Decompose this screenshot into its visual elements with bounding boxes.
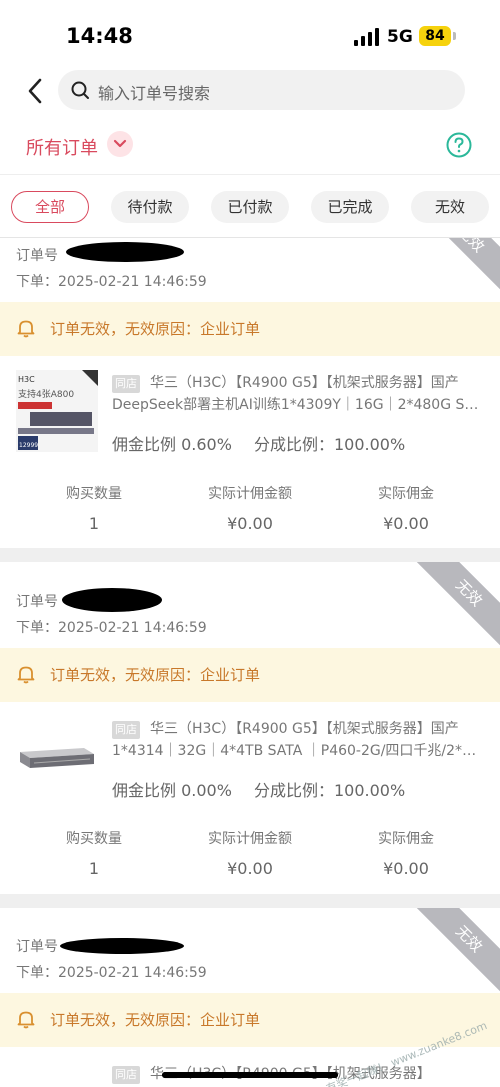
network-type: 5G bbox=[387, 27, 413, 47]
commission-rate: 佣金比例 0.00% bbox=[112, 781, 232, 800]
actual-commission-header: 实际佣金 bbox=[378, 831, 434, 847]
shop-tag: 同店 bbox=[112, 375, 140, 393]
quantity-value: 1 bbox=[88, 514, 100, 533]
order-number-label: 订单号 bbox=[16, 939, 58, 955]
product-image[interactable] bbox=[16, 718, 98, 800]
order-time: 下单：2025-02-21 14:46:59 bbox=[16, 620, 207, 636]
order-time: 下单：2025-02-21 14:46:59 bbox=[16, 274, 207, 290]
search-icon bbox=[71, 81, 89, 99]
quantity-value: 1 bbox=[88, 859, 100, 878]
product-title-line1[interactable]: 华三（H3C）【R4900 G5】【机架式服务器】国产 bbox=[150, 719, 480, 739]
orders-filter-label[interactable]: 所有订单 bbox=[26, 134, 98, 160]
commissionable-amount-header: 实际计佣金额 bbox=[208, 831, 292, 847]
actual-commission-value: ¥0.00 bbox=[383, 859, 429, 878]
product-image[interactable]: H3C 支持4张A800 12999 bbox=[16, 370, 98, 452]
battery-tip bbox=[453, 32, 456, 40]
bell-icon bbox=[17, 1011, 35, 1029]
quantity-header: 购买数量 bbox=[66, 486, 122, 502]
quantity-header: 购买数量 bbox=[66, 831, 122, 847]
product-title-line2[interactable]: 1*4314｜32G｜4*4TB SATA ｜P460-2G/四口千兆/2*55… bbox=[112, 741, 482, 761]
chevron-down-icon[interactable] bbox=[107, 131, 133, 157]
tab-all[interactable]: 全部 bbox=[11, 191, 89, 223]
commissionable-amount-header: 实际计佣金额 bbox=[208, 486, 292, 502]
help-icon[interactable] bbox=[446, 132, 472, 158]
status-bar: 14:48 5G 84 bbox=[0, 0, 500, 62]
tab-completed[interactable]: 已完成 bbox=[311, 191, 389, 223]
status-ribbon: 无效 bbox=[405, 908, 500, 1003]
product-title-line1[interactable]: 华三（H3C）【R4900 G5】【机架式服务器】国产 bbox=[150, 373, 480, 393]
invalid-notice: 订单无效，无效原因：企业订单 bbox=[0, 993, 500, 1047]
back-arrow-icon[interactable] bbox=[24, 76, 46, 106]
share-rate: 分成比例：100.00% bbox=[254, 435, 406, 454]
redacted-order-number bbox=[66, 242, 184, 262]
commission-rate: 佣金比例 0.60% bbox=[112, 435, 232, 454]
order-card[interactable]: 无效 订单号 下单：2025-02-21 14:46:59 订单无效，无效原因：… bbox=[0, 238, 500, 548]
battery-icon: 84 bbox=[419, 26, 451, 46]
status-ribbon: 无效 bbox=[407, 238, 500, 303]
shop-tag: 同店 bbox=[112, 1066, 140, 1084]
bell-icon bbox=[17, 320, 35, 338]
notice-text: 订单无效，无效原因：企业订单 bbox=[50, 320, 261, 338]
invalid-notice: 订单无效，无效原因：企业订单 bbox=[0, 648, 500, 702]
svg-text:支持4张A800: 支持4张A800 bbox=[18, 388, 74, 400]
notice-text: 订单无效，无效原因：企业订单 bbox=[50, 1011, 261, 1029]
redacted-order-number bbox=[60, 938, 184, 954]
home-indicator[interactable] bbox=[162, 1072, 338, 1078]
shop-tag: 同店 bbox=[112, 721, 140, 739]
tab-paid[interactable]: 已付款 bbox=[211, 191, 289, 223]
tab-pending-payment[interactable]: 待付款 bbox=[111, 191, 189, 223]
notice-text: 订单无效，无效原因：企业订单 bbox=[50, 666, 261, 684]
order-number-label: 订单号 bbox=[16, 594, 58, 610]
svg-text:12999: 12999 bbox=[19, 442, 38, 449]
status-time: 14:48 bbox=[66, 24, 133, 48]
status-ribbon: 无效 bbox=[405, 562, 500, 657]
commissionable-amount-value: ¥0.00 bbox=[227, 514, 273, 533]
product-title-line2[interactable]: DeepSeek部署主机AI训练1*4309Y｜16G｜2*480G SSD… bbox=[112, 395, 482, 415]
filter-tabs: 全部 待付款 已付款 已完成 无效 bbox=[0, 174, 500, 238]
tab-invalid[interactable]: 无效 bbox=[411, 191, 489, 223]
search-input[interactable]: 输入订单号搜索 bbox=[58, 70, 465, 110]
actual-commission-header: 实际佣金 bbox=[378, 486, 434, 502]
svg-text:H3C: H3C bbox=[18, 375, 35, 384]
invalid-notice: 订单无效，无效原因：企业订单 bbox=[0, 302, 500, 356]
bell-icon bbox=[17, 666, 35, 684]
order-card[interactable]: 无效 订单号 下单：2025-02-21 14:46:59 订单无效，无效原因：… bbox=[0, 908, 500, 1087]
search-placeholder: 输入订单号搜索 bbox=[98, 84, 211, 103]
redacted-order-number bbox=[62, 588, 162, 612]
signal-icon bbox=[354, 28, 380, 46]
header: 输入订单号搜索 所有订单 bbox=[0, 62, 500, 174]
commissionable-amount-value: ¥0.00 bbox=[227, 859, 273, 878]
order-number-label: 订单号 bbox=[16, 248, 58, 264]
order-time: 下单：2025-02-21 14:46:59 bbox=[16, 965, 207, 981]
order-card[interactable]: 无效 订单号 下单：2025-02-21 14:46:59 订单无效，无效原因：… bbox=[0, 562, 500, 894]
actual-commission-value: ¥0.00 bbox=[383, 514, 429, 533]
share-rate: 分成比例：100.00% bbox=[254, 781, 406, 800]
